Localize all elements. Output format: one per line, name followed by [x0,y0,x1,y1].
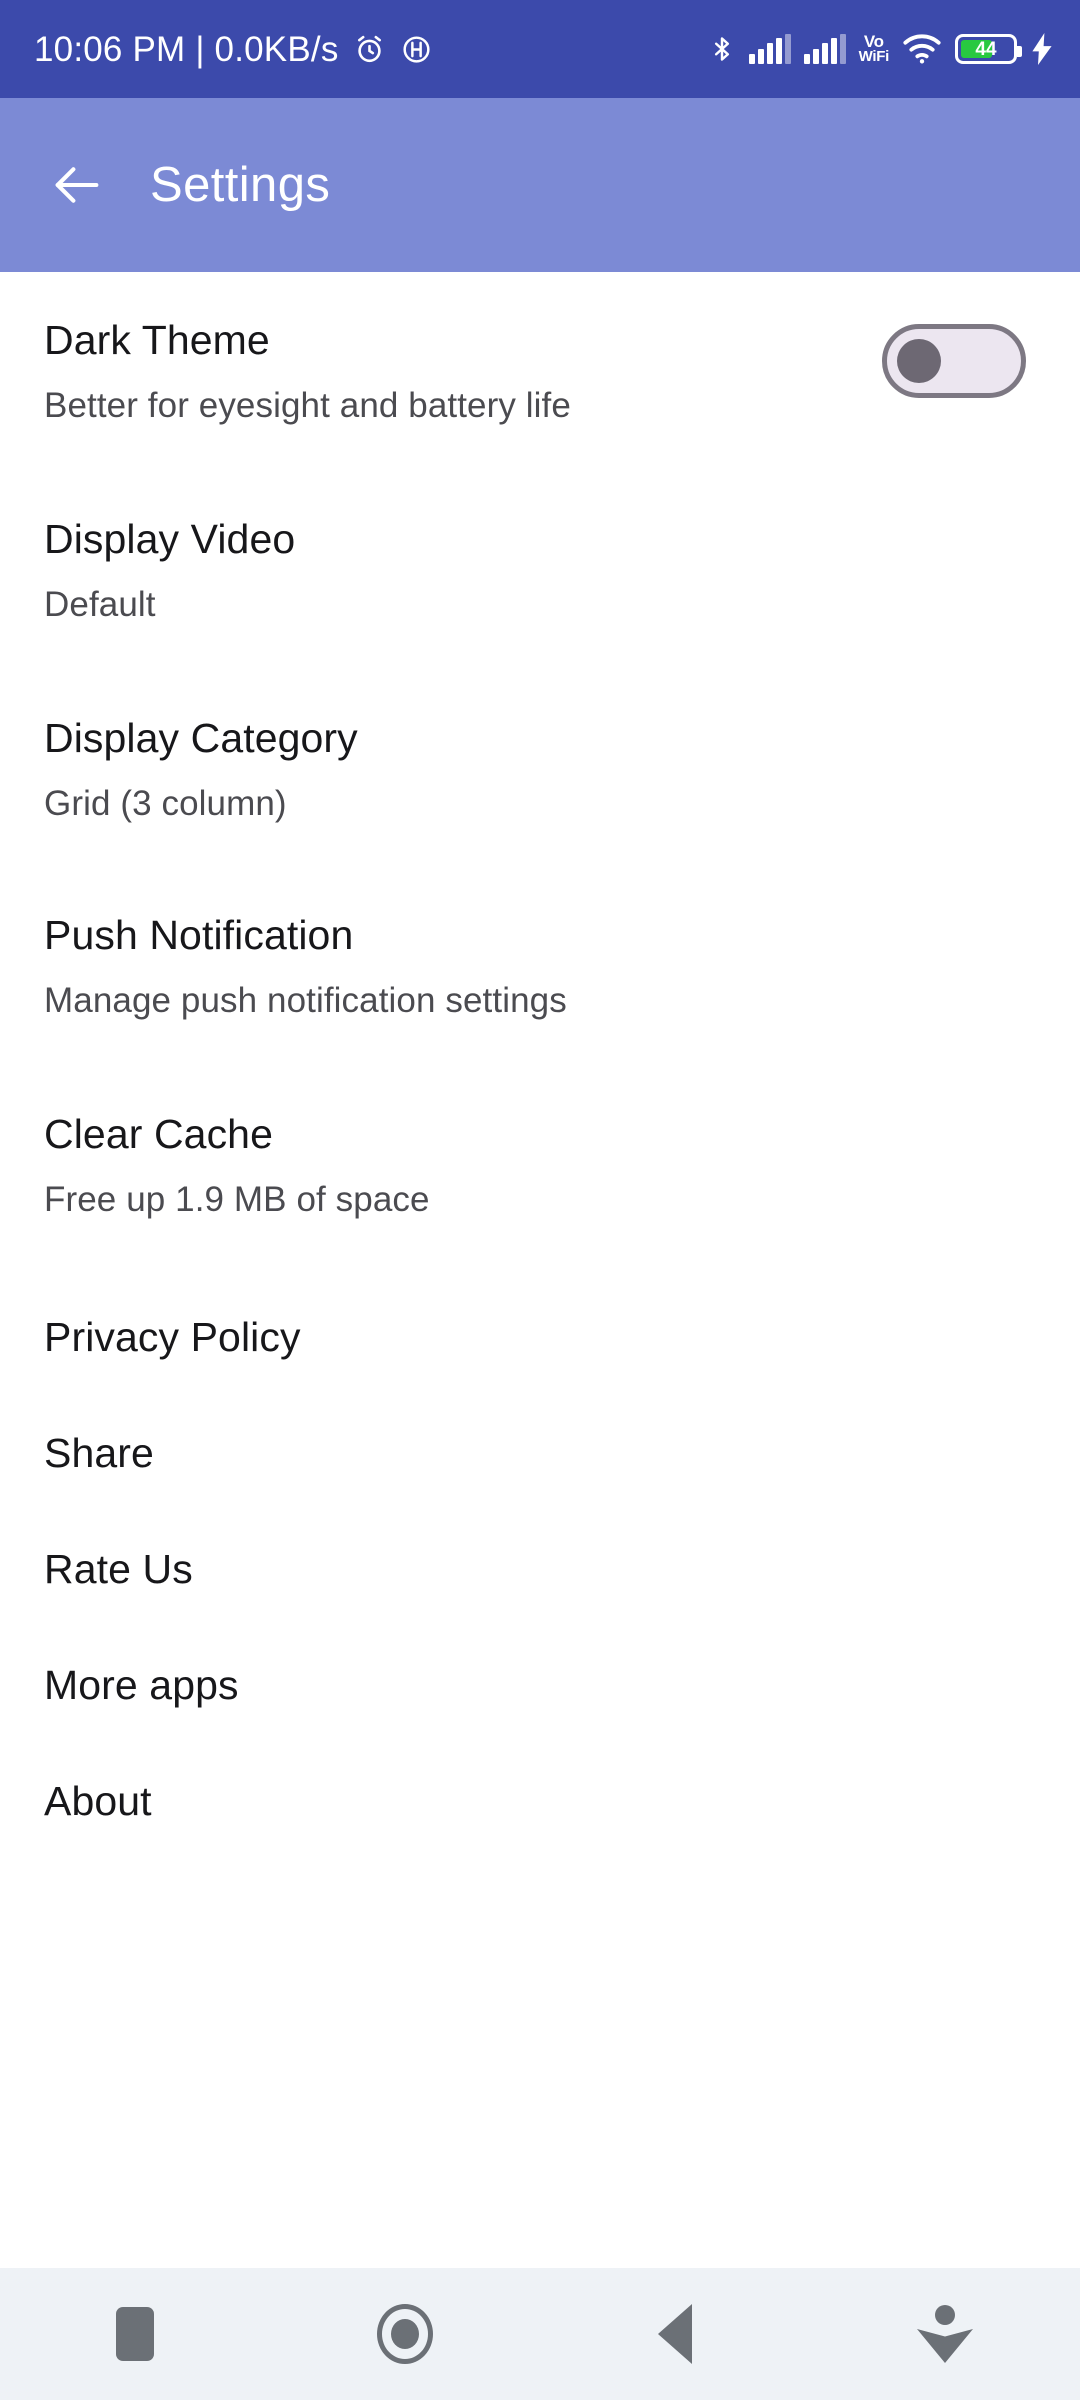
alarm-clock-icon [357,35,381,62]
home-inner-dot [391,2319,419,2349]
page-title: Settings [150,157,331,212]
nav-hide-button[interactable] [810,2268,1080,2400]
hide-keyboard-icon [917,2305,973,2363]
settings-item-dark-theme[interactable]: Dark Theme Better for eyesight and batte… [44,272,1036,425]
vowifi-line-2: WiFi [858,48,890,65]
phone-screen: 10:06 PM | 0.0KB/s Vo WiFi 44 Settings D… [0,0,1080,2400]
wifi-icon [903,34,941,64]
settings-item-title: Dark Theme [44,317,270,363]
status-bar-left: 10:06 PM | 0.0KB/s [34,32,433,67]
settings-item-more-apps[interactable]: More apps [44,1593,1036,1709]
settings-item-subtitle: Grid (3 column) [44,784,287,824]
status-clock-and-network-speed: 10:06 PM | 0.0KB/s [34,29,339,69]
status-bar: 10:06 PM | 0.0KB/s Vo WiFi 44 [0,0,1080,98]
nav-back-button[interactable] [540,2268,810,2400]
settings-item-title: About [44,1778,152,1825]
nav-home-button[interactable] [270,2268,540,2400]
signal-bars-sim1-icon [748,34,791,64]
settings-item-clear-cache[interactable]: Clear Cache Free up 1.9 MB of space [44,1020,1036,1219]
circle-home-icon [377,2304,433,2364]
settings-item-privacy-policy[interactable]: Privacy Policy [44,1219,1036,1361]
hide-icon-dot [935,2305,955,2325]
settings-item-subtitle: Better for eyesight and battery life [44,385,571,425]
settings-item-title: Share [44,1430,154,1477]
dark-theme-toggle[interactable] [882,324,1026,398]
settings-list: Dark Theme Better for eyesight and batte… [0,272,1080,2268]
vowifi-line-1: Vo [863,32,884,51]
back-arrow-icon [55,167,99,203]
settings-item-share[interactable]: Share [44,1361,1036,1477]
settings-item-rate-us[interactable]: Rate Us [44,1477,1036,1593]
settings-item-subtitle: Manage push notification settings [44,981,567,1021]
settings-item-title: More apps [44,1662,239,1709]
app-bar: Settings [0,98,1080,272]
battery-percent-label: 44 [975,38,997,60]
vowifi-icon: Vo WiFi [858,32,890,65]
settings-item-display-video[interactable]: Display Video Default [44,425,1036,624]
settings-item-title: Clear Cache [44,1111,273,1158]
battery-icon: 44 [955,34,1022,64]
back-button[interactable] [22,130,132,240]
status-bar-right: Vo WiFi 44 [708,32,1054,66]
hide-icon-arrow [917,2329,973,2363]
settings-item-display-category[interactable]: Display Category Grid (3 column) [44,624,1036,823]
hd-circle-icon [402,35,430,63]
settings-item-subtitle: Default [44,585,156,624]
bluetooth-icon [714,37,729,61]
settings-item-title: Privacy Policy [44,1314,301,1361]
settings-item-title: Rate Us [44,1546,193,1593]
settings-item-about[interactable]: About [44,1709,1036,1825]
triangle-back-icon [658,2304,692,2364]
settings-item-push-notification[interactable]: Push Notification Manage push notificati… [44,823,1036,1020]
system-navigation-bar [0,2268,1080,2400]
nav-recents-button[interactable] [0,2268,270,2400]
signal-bars-sim2-icon [803,34,846,64]
settings-item-title: Display Video [44,516,296,563]
settings-item-title: Display Category [44,715,358,762]
charging-bolt-icon [1032,33,1052,65]
square-recents-icon [116,2307,154,2361]
settings-item-title: Push Notification [44,912,354,959]
toggle-thumb [897,339,941,383]
settings-item-subtitle: Free up 1.9 MB of space [44,1180,430,1220]
